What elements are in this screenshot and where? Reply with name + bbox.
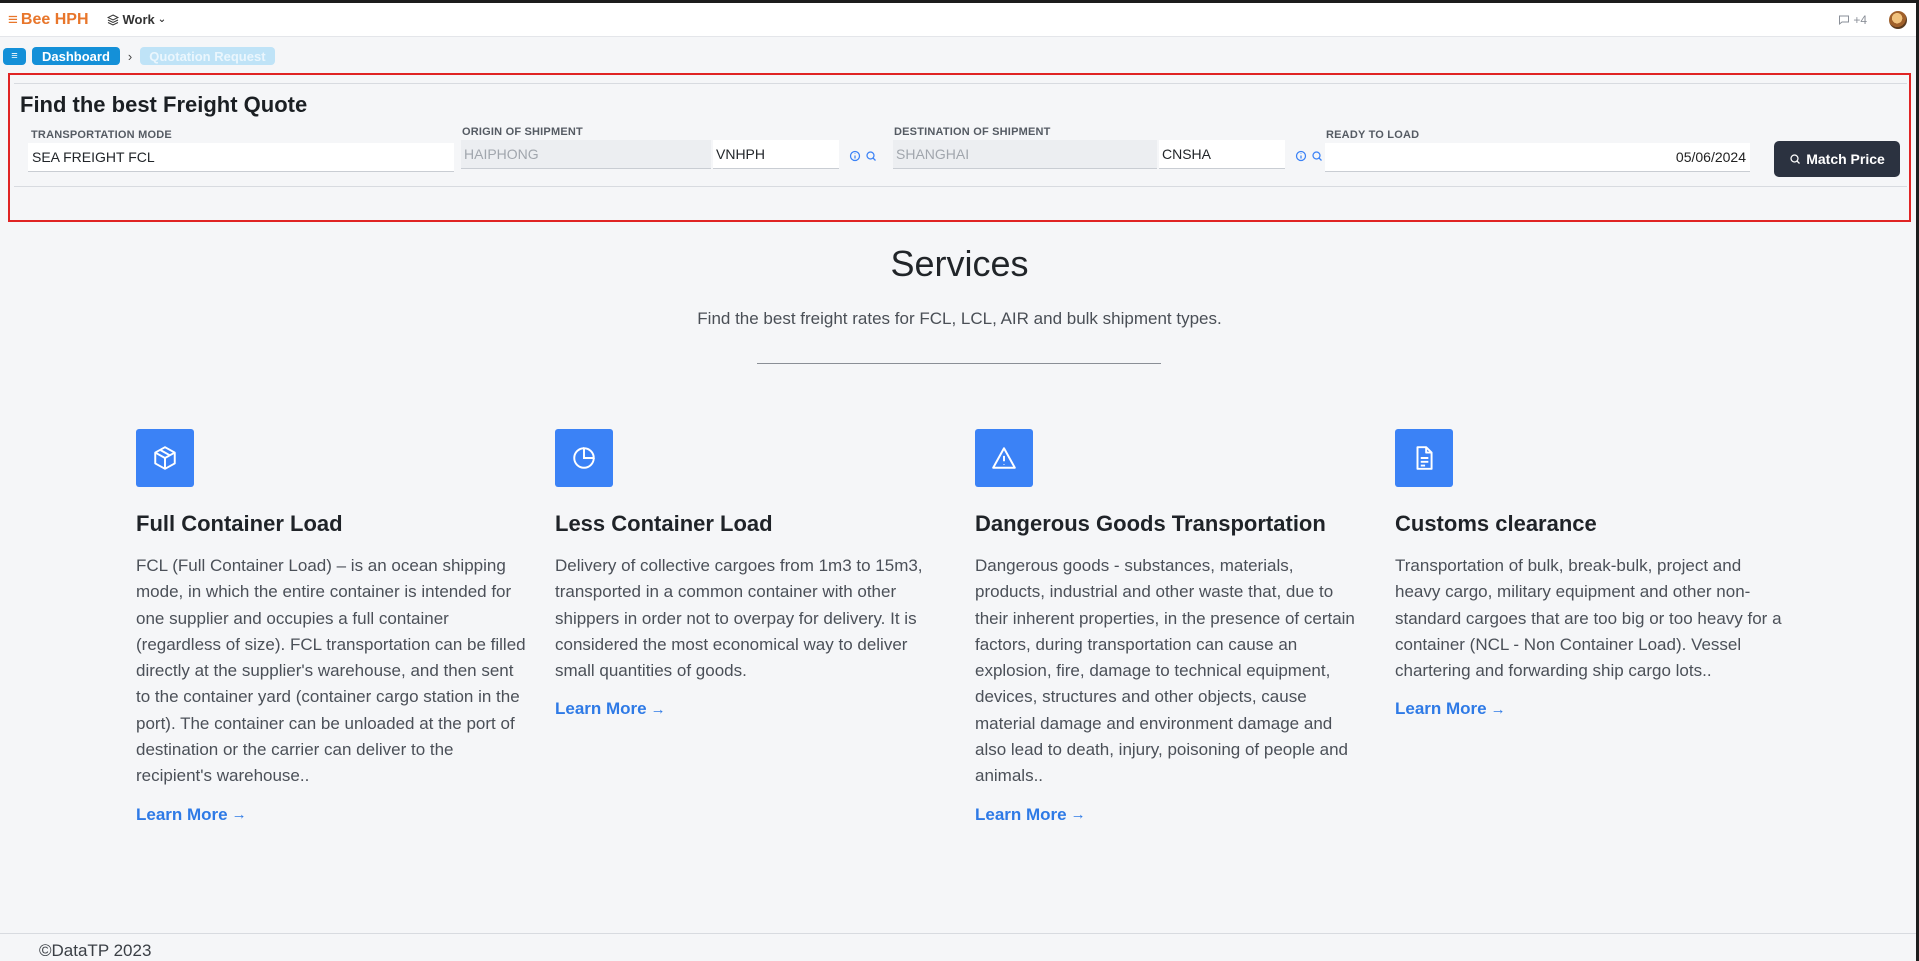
chat-icon — [1839, 15, 1850, 26]
layers-icon — [106, 13, 119, 26]
destination-search-icon[interactable] — [1311, 150, 1323, 162]
match-price-button[interactable]: Match Price — [1774, 141, 1900, 177]
service-card-customs: Customs clearance Transportation of bulk… — [1395, 429, 1785, 719]
learn-more-link[interactable]: Learn More → — [555, 699, 945, 719]
arrow-right-icon: → — [650, 700, 666, 718]
copyright: ©DataTP 2023 — [39, 941, 152, 960]
origin-label: ORIGIN OF SHIPMENT — [462, 126, 583, 138]
service-card-lcl: Less Container Load Delivery of collecti… — [555, 429, 945, 719]
warning-icon — [975, 429, 1033, 487]
search-icon — [1790, 154, 1801, 164]
learn-more-link[interactable]: Learn More → — [975, 805, 1365, 825]
service-card-dangerous-goods: Dangerous Goods Transportation Dangerous… — [975, 429, 1365, 825]
arrow-right-icon: → — [1070, 806, 1086, 824]
service-card-fcl: Full Container Load FCL (Full Container … — [136, 429, 526, 825]
match-price-label: Match Price — [1806, 151, 1885, 167]
service-card-title: Dangerous Goods Transportation — [975, 511, 1326, 536]
destination-info-icon[interactable] — [1295, 150, 1307, 162]
brand[interactable]: ≡ Bee HPH — [8, 11, 89, 29]
divider — [757, 363, 1161, 364]
learn-more-link[interactable]: Learn More → — [136, 805, 526, 825]
notification-count: +4 — [1853, 13, 1867, 27]
transport-mode-field[interactable]: SEA FREIGHT FCL — [28, 143, 454, 172]
services-subtitle: Find the best freight rates for FCL, LCL… — [697, 309, 1222, 328]
ready-to-load-label: READY TO LOAD — [1326, 129, 1420, 141]
destination-name-field[interactable]: SHANGHAI — [893, 140, 1157, 169]
footer: ©DataTP 2023 — [0, 933, 1919, 961]
service-card-text: Transportation of bulk, break-bulk, proj… — [1395, 556, 1782, 681]
service-card-title: Customs clearance — [1395, 511, 1597, 536]
cube-icon — [136, 429, 194, 487]
menu-toggle-icon[interactable]: ≡ — [3, 47, 26, 65]
learn-more-label: Learn More — [1395, 699, 1487, 719]
chevron-down-icon: ⌄ — [157, 14, 167, 25]
breadcrumb-current[interactable]: Quotation Request — [140, 47, 275, 65]
quote-search-panel: Find the best Freight Quote TRANSPORTATI… — [8, 73, 1911, 222]
document-icon — [1395, 429, 1453, 487]
workspace-dropdown[interactable]: Work ⌄ — [106, 12, 167, 27]
service-card-text: Delivery of collective cargoes from 1m3 … — [555, 556, 923, 681]
messages-button[interactable]: +4 — [1838, 13, 1867, 27]
quote-title: Find the best Freight Quote — [20, 92, 308, 117]
origin-search-icon[interactable] — [865, 150, 877, 162]
service-card-title: Full Container Load — [136, 511, 343, 536]
service-card-text: Dangerous goods - substances, materials,… — [975, 556, 1355, 786]
breadcrumb-separator-icon: › — [127, 48, 133, 64]
learn-more-link[interactable]: Learn More → — [1395, 699, 1785, 719]
destination-code-field[interactable]: CNSHA — [1159, 140, 1285, 169]
quote-form: Find the best Freight Quote TRANSPORTATI… — [14, 83, 1907, 187]
top-navbar: ≡ Bee HPH Work ⌄ +4 — [0, 3, 1919, 37]
pie-chart-icon — [555, 429, 613, 487]
breadcrumb-dashboard[interactable]: Dashboard — [32, 47, 120, 65]
avatar[interactable] — [1889, 11, 1907, 29]
ready-to-load-date-field[interactable]: 05/06/2024 — [1325, 143, 1750, 172]
service-card-title: Less Container Load — [555, 511, 773, 536]
transport-mode-label: TRANSPORTATION MODE — [31, 129, 172, 141]
service-card-text: FCL (Full Container Load) – is an ocean … — [136, 556, 526, 786]
services-title: Services — [890, 243, 1029, 284]
learn-more-label: Learn More — [975, 804, 1067, 824]
workspace-label: Work — [122, 12, 155, 27]
origin-info-icon[interactable] — [849, 150, 861, 162]
arrow-right-icon: → — [1490, 700, 1506, 718]
origin-name-field[interactable]: HAIPHONG — [461, 140, 711, 169]
origin-code-field[interactable]: VNHPH — [713, 140, 839, 169]
hamburger-menu-icon[interactable]: ≡ — [8, 11, 18, 28]
brand-name: Bee HPH — [20, 10, 89, 28]
arrow-right-icon: → — [231, 806, 247, 824]
destination-label: DESTINATION OF SHIPMENT — [894, 126, 1051, 138]
breadcrumb: ≡ Dashboard › Quotation Request — [3, 47, 275, 65]
learn-more-label: Learn More — [555, 699, 647, 719]
learn-more-label: Learn More — [136, 804, 228, 824]
